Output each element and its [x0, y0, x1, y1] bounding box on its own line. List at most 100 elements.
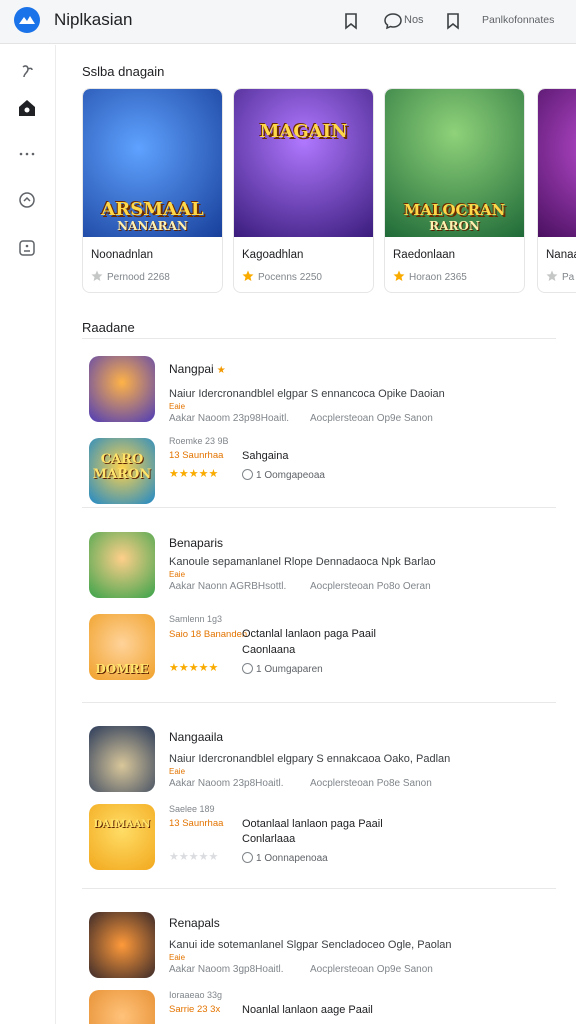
rating-text: Horaon 2365 — [409, 272, 467, 283]
sub-name: Sahgaina — [242, 450, 289, 462]
comment-icon — [242, 663, 253, 674]
library-icon[interactable] — [16, 237, 38, 259]
star-icon — [546, 270, 558, 281]
comment-icon — [242, 469, 253, 480]
star-icon — [393, 270, 405, 281]
sub-footer-text: 1 Oomgapeoaa — [256, 470, 325, 481]
more-icon[interactable] — [16, 143, 38, 165]
list-title: Raadane — [82, 320, 135, 335]
list-item[interactable]: Nangpai ★ Naiur Idercronandblel elgpar S … — [82, 352, 556, 504]
top-bar: Niplkasian Nos Panlkofonnates — [0, 0, 576, 44]
app-title: Niplkasian — [54, 10, 133, 29]
list-item[interactable]: Benaparis Kanoule sepamanlanel Rlope Den… — [82, 528, 556, 693]
thumbnail-subtitle: RARON — [429, 219, 480, 233]
item-meta-secondary: Aocplersteoan Op9e Sanon — [310, 413, 433, 424]
item-meta-secondary: Aocplersteoan Po8o Oeran — [310, 581, 431, 592]
game-name: Raedonlaan — [393, 249, 456, 261]
featured-carousel[interactable]: ARSMAAL NANARAN Noonadnlan Pernood 2268 … — [82, 88, 576, 298]
list-item[interactable]: Renapals Kanui ide sotemanlanel Slgpar S… — [82, 908, 556, 1024]
thumbnail-title: ARSMAAL — [101, 199, 204, 220]
sub-caption: Samlenn 1g3 — [169, 614, 223, 624]
featured-star-icon: ★ — [216, 365, 226, 376]
home-icon[interactable] — [16, 97, 38, 119]
item-title: Benaparis — [169, 536, 224, 550]
item-meta-secondary: Aocplersteoan Op9e Sanon — [310, 964, 433, 975]
divider — [82, 702, 556, 703]
sub-name: Ootanlaal lanlaon paga Paail — [242, 818, 383, 830]
sub-name: Octanlal lanlaon paga Paail — [242, 628, 376, 640]
featured-card[interactable]: MAGAIN Kagoadhlan Pocenns 2250 — [233, 88, 374, 293]
games-icon[interactable] — [16, 189, 38, 211]
sub-caption: Ioraaeao 33g — [169, 990, 223, 1000]
rating-stars: ★★★★★ — [169, 662, 219, 674]
item-tag: Eaie — [169, 570, 186, 579]
sub-tag: Sarrie 23 3x — [169, 1004, 221, 1015]
messages-label[interactable]: Nos — [404, 14, 424, 26]
chat-icon[interactable] — [382, 10, 404, 32]
featured-card[interactable]: Nanaa Pa — [537, 88, 576, 293]
sub-name-secondary: Caonlaana — [242, 644, 296, 656]
item-title: Nangaaila — [169, 730, 224, 744]
app-icon[interactable] — [89, 532, 155, 598]
rating-stars: ★★★★★ — [169, 468, 219, 480]
sub-footer-text: 1 Oonnapenoaa — [256, 853, 328, 864]
rating-text: Pocenns 2250 — [258, 272, 322, 283]
featured-title: Sslba dnagain — [82, 64, 165, 79]
featured-card[interactable]: MALOCRAN RARON Raedonlaan Horaon 2365 — [384, 88, 525, 293]
sidebar — [0, 45, 56, 1024]
app-icon[interactable]: DAIMAAN — [89, 804, 155, 870]
star-icon — [242, 270, 254, 281]
rating-stars: ★★★★★ — [169, 851, 219, 863]
game-rating: Horaon 2365 — [393, 270, 467, 283]
game-name: Kagoadhlan — [242, 249, 304, 261]
featured-card[interactable]: ARSMAAL NANARAN Noonadnlan Pernood 2268 — [82, 88, 223, 293]
divider — [82, 338, 556, 339]
saved-icon[interactable] — [442, 10, 464, 32]
item-description: Kanoule sepamanlanel Rlope Dennadaoca Np… — [169, 556, 436, 568]
game-thumbnail: ARSMAAL NANARAN — [83, 89, 222, 237]
icon-label: DAIMAAN — [93, 819, 151, 830]
app-icon[interactable] — [89, 912, 155, 978]
item-description: Kanui ide sotemanlanel Slgpar Sencladoce… — [169, 939, 452, 951]
divider — [82, 507, 556, 508]
sub-name: Noanlal lanlaon aage Paail — [242, 1004, 373, 1016]
thumbnail-title: MAGAIN — [259, 121, 348, 142]
divider — [82, 888, 556, 889]
profile-link[interactable]: Panlkofonnates — [482, 14, 554, 26]
game-thumbnail: MALOCRAN RARON — [385, 89, 524, 237]
bookmark-icon[interactable] — [340, 10, 362, 32]
rating-text: Pa — [562, 272, 575, 283]
item-title: Renapals — [169, 916, 220, 930]
item-meta: Aakar Naoom 23p8Hoaitl. — [169, 778, 284, 789]
list-item[interactable]: Nangaaila Naiur Idercronandblel elgpary … — [82, 722, 556, 882]
comment-icon — [242, 852, 253, 863]
item-meta: Aakar Naoom 23p98Hoaitl. — [169, 413, 290, 424]
sub-tag: Saio 18 Bananden — [169, 629, 248, 640]
sub-caption: Saelee 189 — [169, 804, 215, 814]
star-icon — [91, 270, 103, 281]
game-rating: Pernood 2268 — [91, 270, 170, 283]
item-description: Naiur Idercronandblel elgpary S ennakcao… — [169, 753, 451, 765]
game-rating: Pa — [546, 270, 574, 283]
explore-icon[interactable] — [16, 59, 38, 81]
app-logo-icon[interactable] — [14, 7, 40, 33]
thumbnail-subtitle: NANARAN — [117, 219, 188, 233]
item-title: Nangpai ★ — [169, 362, 226, 376]
app-icon[interactable]: CARO MARON — [89, 438, 155, 504]
item-title-text: Nangpai — [169, 362, 214, 376]
game-name: Noonadnlan — [91, 249, 154, 261]
game-name: Nanaa — [546, 249, 576, 261]
game-thumbnail — [538, 89, 576, 237]
app-icon[interactable] — [89, 726, 155, 792]
app-icon[interactable] — [89, 356, 155, 422]
sub-caption: Roemke 23 9B — [169, 436, 229, 446]
rating-text: Pernood 2268 — [107, 272, 170, 283]
app-icon[interactable] — [89, 990, 155, 1024]
icon-label: CARO MARON — [92, 452, 152, 482]
icon-label: DOMRE — [95, 662, 149, 676]
item-tag: Eaie — [169, 953, 186, 962]
game-rating: Pocenns 2250 — [242, 270, 322, 283]
sub-footer: 1 Oonnapenoaa — [242, 852, 328, 864]
app-icon[interactable]: DOMRE — [89, 614, 155, 680]
item-tag: Eaie — [169, 767, 186, 776]
